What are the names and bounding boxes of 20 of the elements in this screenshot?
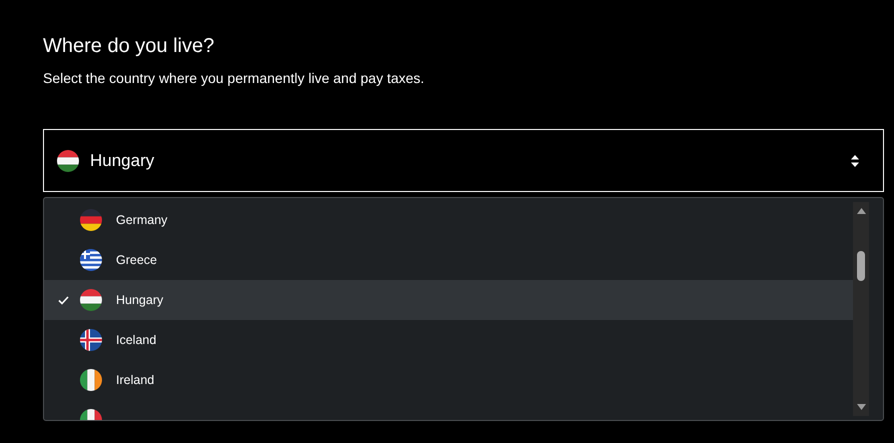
- country-option[interactable]: Ireland: [44, 360, 853, 400]
- country-option[interactable]: Germany: [44, 200, 853, 240]
- flag-icon: [57, 150, 79, 172]
- flag-icon: [80, 249, 102, 271]
- flag-icon: [80, 209, 102, 231]
- flag-icon: [80, 369, 102, 391]
- scroll-down-icon[interactable]: [856, 404, 866, 410]
- flag-icon: [80, 329, 102, 351]
- country-select[interactable]: Hungary: [43, 129, 884, 192]
- heading: Where do you live?: [43, 34, 216, 59]
- sort-icon: [851, 154, 859, 166]
- country-option[interactable]: Hungary: [44, 280, 853, 320]
- country-option[interactable]: Greece: [44, 240, 853, 280]
- scrollbar[interactable]: [853, 202, 869, 416]
- flag-icon: [80, 289, 102, 311]
- check-icon: [58, 296, 69, 304]
- scroll-thumb[interactable]: [857, 251, 865, 281]
- scroll-up-icon[interactable]: [856, 208, 866, 214]
- description: Select the country where you permanently live and pay taxes.: [43, 69, 426, 87]
- country-option[interactable]: Iceland: [44, 320, 853, 360]
